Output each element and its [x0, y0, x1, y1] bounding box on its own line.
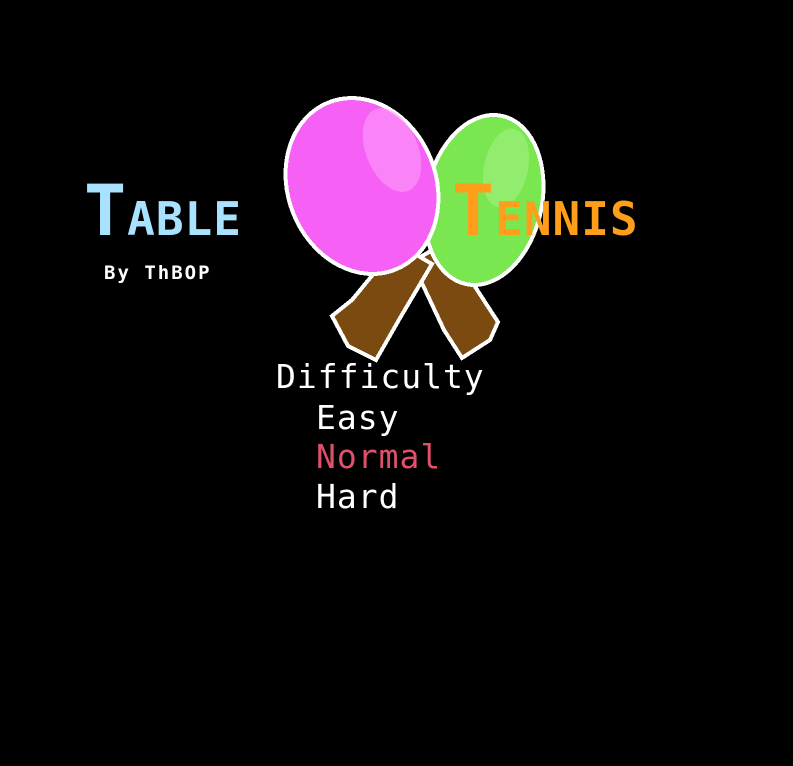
difficulty-option-hard[interactable]: Hard — [316, 480, 399, 513]
game-screen: TABLE TENNIS By ThBOP Difficulty Easy No… — [0, 0, 793, 766]
difficulty-heading: Difficulty — [276, 357, 485, 396]
author-byline: By ThBOP — [104, 262, 212, 284]
difficulty-option-normal[interactable]: Normal — [316, 440, 441, 473]
pink-paddle — [283, 96, 441, 363]
title-tennis-capital: T — [452, 170, 496, 252]
title-word-table: TABLE — [84, 176, 242, 246]
title-table-capital: T — [84, 170, 128, 252]
title-table-rest: ABLE — [127, 192, 242, 246]
difficulty-option-easy[interactable]: Easy — [316, 401, 399, 434]
title-word-tennis: TENNIS — [452, 176, 639, 246]
title-tennis-rest: ENNIS — [495, 192, 639, 246]
